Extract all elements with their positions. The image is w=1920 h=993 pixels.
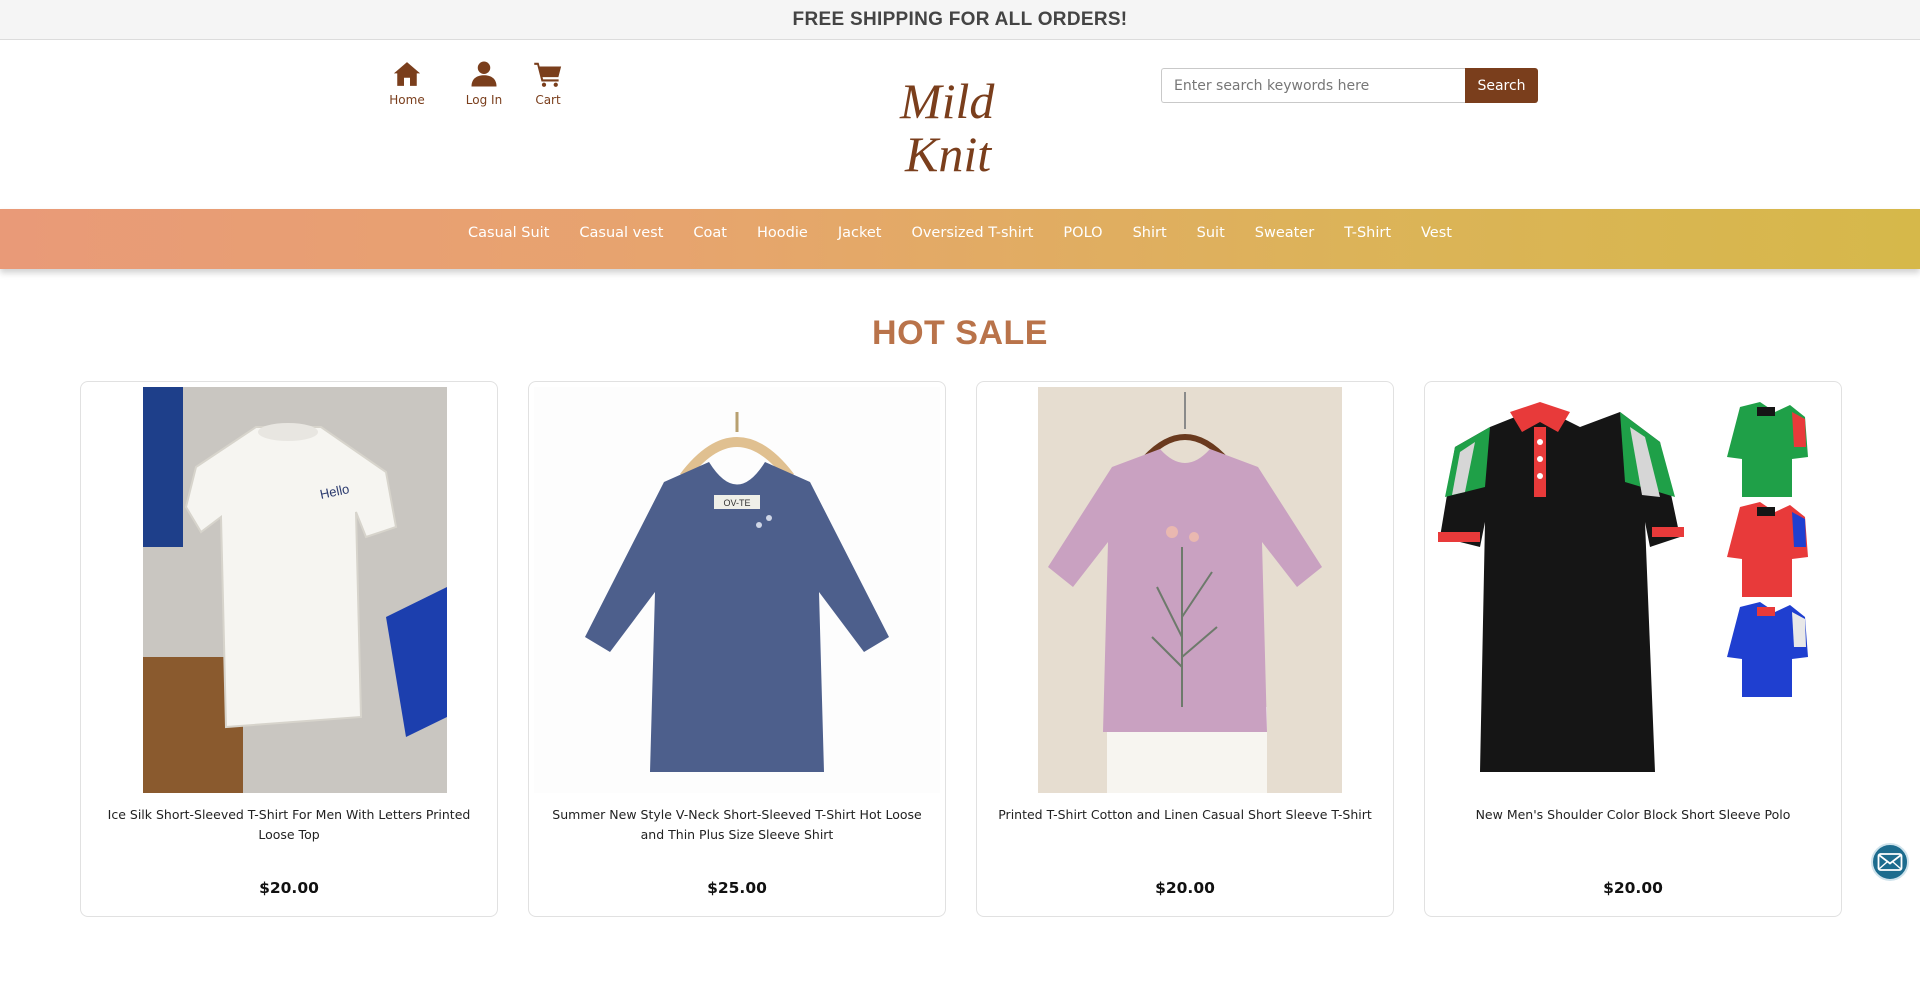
category-sweater[interactable]: Sweater [1240, 225, 1329, 241]
category-hoodie[interactable]: Hoodie [742, 225, 823, 241]
category-casual-suit[interactable]: Casual Suit [453, 225, 564, 241]
category-shirt[interactable]: Shirt [1118, 225, 1182, 241]
search-input[interactable] [1161, 68, 1465, 103]
product-price: $25.00 [707, 879, 767, 897]
site-header: Home Log In Cart Mild Knit Search [0, 41, 1920, 209]
product-card[interactable]: New Men's Shoulder Color Block Short Sle… [1424, 381, 1842, 917]
search-button[interactable]: Search [1465, 68, 1538, 103]
category-oversized-tshirt[interactable]: Oversized T-shirt [896, 225, 1048, 241]
product-image-label-text: OV-TE [723, 498, 750, 508]
product-name[interactable]: New Men's Shoulder Color Block Short Sle… [1437, 805, 1829, 825]
category-vest[interactable]: Vest [1406, 225, 1467, 241]
announcement-text: FREE SHIPPING FOR ALL ORDERS! [792, 8, 1128, 30]
cart-icon [534, 62, 562, 87]
category-nav: Casual Suit Casual vest Coat Hoodie Jack… [0, 209, 1920, 269]
announcement-bar: FREE SHIPPING FOR ALL ORDERS! [0, 0, 1920, 40]
cart-link[interactable]: Cart [524, 59, 572, 107]
logo-text-line1: Mild [899, 73, 995, 129]
product-card[interactable]: OV-TE Summer New Style V-Neck Short-Slee… [528, 381, 946, 917]
category-casual-vest[interactable]: Casual vest [564, 225, 678, 241]
home-link[interactable]: Home [380, 59, 434, 107]
product-grid: Hello Ice Silk Short-Sleeved T-Shirt For… [80, 381, 1842, 917]
product-price: $20.00 [1155, 879, 1215, 897]
category-list: Casual Suit Casual vest Coat Hoodie Jack… [453, 225, 1467, 241]
product-image[interactable]: OV-TE [534, 387, 940, 793]
login-label: Log In [465, 93, 503, 107]
product-price: $20.00 [259, 879, 319, 897]
cart-label: Cart [535, 93, 561, 107]
home-icon [393, 62, 421, 86]
product-image[interactable] [1430, 387, 1836, 793]
category-tshirt[interactable]: T-Shirt [1329, 225, 1406, 241]
product-price: $20.00 [1603, 879, 1663, 897]
section-title: HOT SALE [872, 314, 1048, 352]
product-card[interactable]: Printed T-Shirt Cotton and Linen Casual … [976, 381, 1394, 917]
product-name[interactable]: Ice Silk Short-Sleeved T-Shirt For Men W… [93, 805, 485, 845]
product-image[interactable]: Hello [86, 387, 492, 793]
product-name[interactable]: Printed T-Shirt Cotton and Linen Casual … [989, 805, 1381, 825]
category-suit[interactable]: Suit [1182, 225, 1240, 241]
user-icon [471, 61, 497, 87]
contact-mail-button[interactable] [1871, 843, 1909, 881]
login-link[interactable]: Log In [448, 59, 520, 107]
logo-text-line2: Knit [904, 126, 992, 182]
site-logo[interactable]: Mild Knit [880, 63, 1030, 183]
home-label: Home [389, 93, 425, 107]
category-coat[interactable]: Coat [678, 225, 742, 241]
mail-icon [1877, 853, 1903, 871]
product-image[interactable] [982, 387, 1388, 793]
header-nav: Home Log In Cart [380, 59, 572, 107]
category-polo[interactable]: POLO [1048, 225, 1117, 241]
category-jacket[interactable]: Jacket [823, 225, 897, 241]
search-bar: Search [1161, 68, 1538, 103]
product-card[interactable]: Hello Ice Silk Short-Sleeved T-Shirt For… [80, 381, 498, 917]
product-name[interactable]: Summer New Style V-Neck Short-Sleeved T-… [541, 805, 933, 845]
